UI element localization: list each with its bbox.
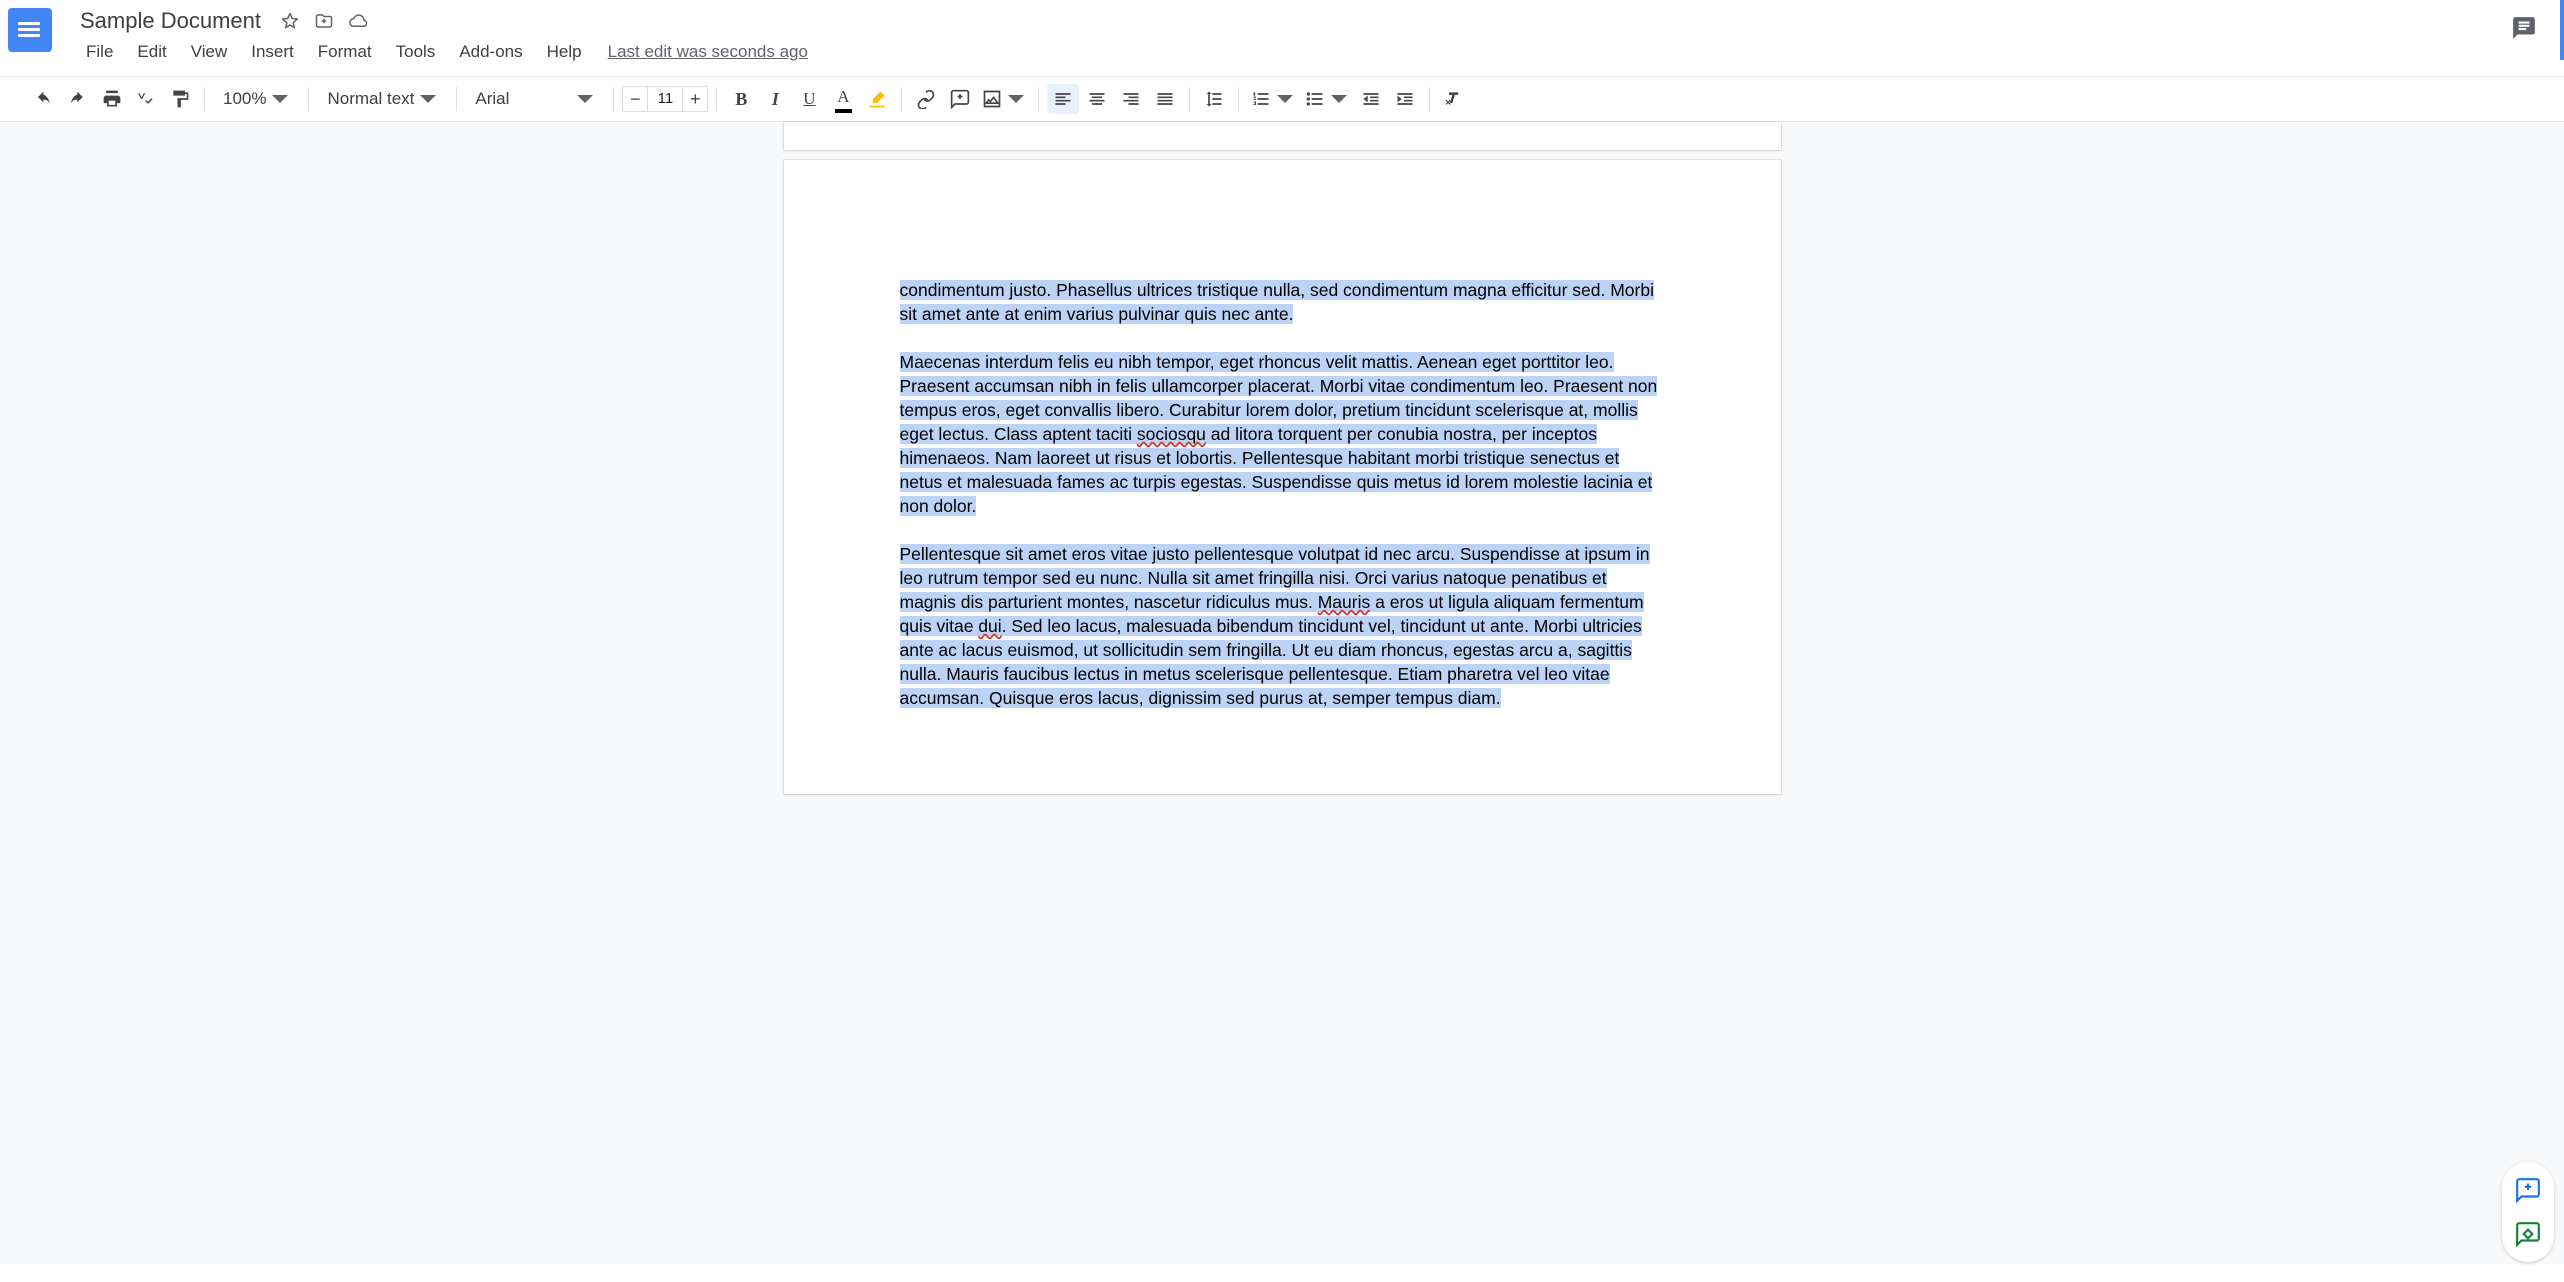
paint-format-button[interactable] — [164, 84, 196, 114]
clear-formatting-button[interactable] — [1438, 84, 1470, 114]
paragraph[interactable]: Pellentesque sit amet eros vitae justo p… — [900, 542, 1661, 710]
align-justify-button[interactable] — [1149, 84, 1181, 114]
decrease-indent-button[interactable] — [1355, 84, 1387, 114]
document-page[interactable]: condimentum justo. Phasellus ultrices tr… — [784, 160, 1781, 794]
increase-indent-button[interactable] — [1389, 84, 1421, 114]
toolbar: 100% Normal text Arial − 11 + B I U A — [0, 76, 2564, 122]
menu-format[interactable]: Format — [308, 38, 382, 66]
window-accent-strip — [2560, 0, 2564, 60]
align-right-button[interactable] — [1115, 84, 1147, 114]
line-spacing-button[interactable] — [1198, 84, 1230, 114]
align-left-button[interactable] — [1047, 84, 1079, 114]
star-icon[interactable] — [281, 12, 299, 30]
font-family-select[interactable]: Arial — [465, 84, 605, 114]
numbered-list-button[interactable] — [1247, 84, 1299, 114]
font-size-input[interactable]: 11 — [647, 87, 683, 111]
text-color-button[interactable]: A — [827, 84, 859, 114]
suggest-edits-fab[interactable] — [2506, 1214, 2550, 1254]
underline-button[interactable]: U — [793, 84, 825, 114]
paragraph-style-select[interactable]: Normal text — [317, 84, 448, 114]
menu-view[interactable]: View — [181, 38, 238, 66]
editor-canvas[interactable]: condimentum justo. Phasellus ultrices tr… — [0, 122, 2564, 1264]
document-title[interactable]: Sample Document — [76, 8, 265, 34]
font-size-increase[interactable]: + — [683, 87, 707, 111]
font-size-control: − 11 + — [622, 86, 708, 112]
insert-image-button[interactable] — [978, 84, 1030, 114]
paragraph[interactable]: Maecenas interdum felis eu nibh tempor, … — [900, 350, 1661, 518]
menu-addons[interactable]: Add-ons — [449, 38, 532, 66]
open-comments-button[interactable] — [2504, 8, 2544, 48]
docs-logo-icon[interactable] — [8, 8, 52, 52]
previous-page-tail — [784, 122, 1781, 150]
print-button[interactable] — [96, 84, 128, 114]
insert-comment-button[interactable] — [944, 84, 976, 114]
cloud-saved-icon[interactable] — [349, 12, 367, 30]
spellcheck-button[interactable] — [130, 84, 162, 114]
titlebar: Sample Document File Edit View Insert Fo… — [0, 0, 2564, 66]
insert-link-button[interactable] — [910, 84, 942, 114]
redo-button[interactable] — [62, 84, 94, 114]
menu-tools[interactable]: Tools — [386, 38, 446, 66]
undo-button[interactable] — [28, 84, 60, 114]
menu-file[interactable]: File — [76, 38, 123, 66]
floating-actions — [2502, 1162, 2554, 1262]
move-icon[interactable] — [315, 12, 333, 30]
align-center-button[interactable] — [1081, 84, 1113, 114]
menu-help[interactable]: Help — [537, 38, 592, 66]
bulleted-list-button[interactable] — [1301, 84, 1353, 114]
highlight-color-button[interactable] — [861, 84, 893, 114]
menu-insert[interactable]: Insert — [241, 38, 304, 66]
add-comment-fab[interactable] — [2506, 1170, 2550, 1210]
last-edit-link[interactable]: Last edit was seconds ago — [608, 42, 808, 62]
menu-bar: File Edit View Insert Format Tools Add-o… — [76, 38, 808, 66]
zoom-select[interactable]: 100% — [213, 84, 300, 114]
font-size-decrease[interactable]: − — [623, 87, 647, 111]
bold-button[interactable]: B — [725, 84, 757, 114]
menu-edit[interactable]: Edit — [127, 38, 176, 66]
italic-button[interactable]: I — [759, 84, 791, 114]
paragraph[interactable]: condimentum justo. Phasellus ultrices tr… — [900, 278, 1661, 326]
